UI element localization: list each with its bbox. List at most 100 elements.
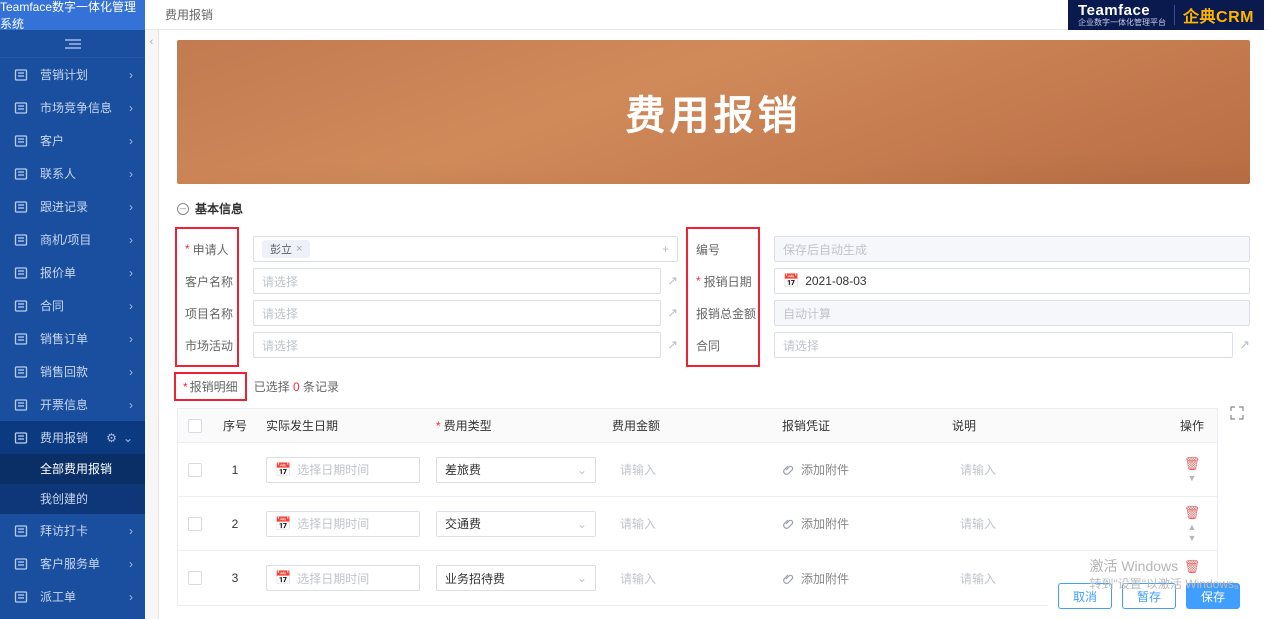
sidebar-subitem[interactable]: 全部费用报销 xyxy=(0,454,145,484)
save-draft-button[interactable]: 暂存 xyxy=(1122,583,1176,609)
chevron-down-icon: ⌄ xyxy=(577,517,587,531)
sidebar-customer[interactable]: 客户› xyxy=(0,124,145,157)
sidebar-followup[interactable]: 跟进记录› xyxy=(0,190,145,223)
row-checkbox[interactable] xyxy=(188,517,202,531)
sidebar-visit[interactable]: 拜访打卡› xyxy=(0,514,145,547)
menu-item-icon xyxy=(14,299,32,313)
row-type-select[interactable]: 业务招待费⌄ xyxy=(436,565,596,591)
label-project: 项目名称 xyxy=(177,297,237,329)
th-date: 实际发生日期 xyxy=(258,417,428,434)
chevron-right-icon: › xyxy=(129,398,133,412)
add-icon[interactable]: + xyxy=(662,242,669,256)
customer-select[interactable]: 请选择 xyxy=(253,268,661,294)
row-date-input[interactable]: 📅选择日期时间 xyxy=(266,457,420,483)
gear-icon[interactable]: ⚙ xyxy=(106,431,117,445)
sidebar-opportunity[interactable]: 商机/项目› xyxy=(0,223,145,256)
row-attachment-button[interactable]: 添加附件 xyxy=(782,570,936,587)
sidebar-sales-order[interactable]: 销售订单› xyxy=(0,322,145,355)
delete-row-icon[interactable]: 🗑 xyxy=(1184,559,1201,575)
chevron-left-icon: ‹ xyxy=(150,36,154,48)
row-desc-input[interactable]: 请输入 xyxy=(952,457,1159,483)
table-row: 1📅选择日期时间差旅费⌄请输入添加附件请输入🗑▼ xyxy=(178,443,1217,497)
th-ops: 操作 xyxy=(1167,417,1217,434)
applicant-input[interactable]: 彭立 × + xyxy=(253,236,678,262)
chevron-right-icon: › xyxy=(129,266,133,280)
menu-item-icon xyxy=(14,167,32,181)
sidebar-item-label: 开票信息 xyxy=(40,396,129,413)
sidebar-collapse-button[interactable] xyxy=(0,30,145,58)
fullscreen-icon[interactable] xyxy=(1224,398,1250,420)
row-type-select[interactable]: 差旅费⌄ xyxy=(436,457,596,483)
sidebar-contract[interactable]: 合同› xyxy=(0,289,145,322)
sidebar-item-label: 客户服务单 xyxy=(40,555,129,572)
external-link-icon[interactable]: ↗ xyxy=(667,273,678,289)
delete-row-icon[interactable]: 🗑 xyxy=(1184,456,1201,472)
sidebar-invoice[interactable]: 开票信息› xyxy=(0,388,145,421)
collapse-circle-icon[interactable] xyxy=(177,203,189,215)
sidebar-marketing-plan[interactable]: 营销计划› xyxy=(0,58,145,91)
move-down-icon[interactable]: ▼ xyxy=(1188,534,1197,543)
sidebar-contact[interactable]: 联系人› xyxy=(0,157,145,190)
sidebar-quote[interactable]: 报价单› xyxy=(0,256,145,289)
chevron-right-icon: › xyxy=(129,524,133,538)
label-applicant: *申请人 xyxy=(177,233,237,265)
action-bar: 取消 暂存 保存 xyxy=(1048,577,1250,615)
chevron-down-icon: ⌄ xyxy=(123,431,133,445)
selected-count: 已选择 0 条记录 xyxy=(254,378,339,395)
move-down-icon[interactable]: ▼ xyxy=(1188,474,1197,483)
th-type: *费用类型 xyxy=(428,417,604,434)
row-amount-input[interactable]: 请输入 xyxy=(612,511,766,537)
chip-remove-icon[interactable]: × xyxy=(296,243,302,255)
row-type-select[interactable]: 交通费⌄ xyxy=(436,511,596,537)
save-button[interactable]: 保存 xyxy=(1186,583,1240,609)
th-attachment: 报销凭证 xyxy=(774,417,944,434)
calendar-icon: 📅 xyxy=(275,570,291,586)
project-select[interactable]: 请选择 xyxy=(253,300,661,326)
panel-collapse-handle[interactable]: ‹ xyxy=(145,30,159,619)
row-attachment-button[interactable]: 添加附件 xyxy=(782,461,936,478)
label-reimb-date: *报销日期 xyxy=(688,265,758,297)
external-link-icon[interactable]: ↗ xyxy=(667,305,678,321)
reimb-date-input[interactable]: 📅 2021-08-03 xyxy=(774,268,1250,294)
sidebar-item-label: 报价单 xyxy=(40,264,129,281)
sidebar-item-label: 商机/项目 xyxy=(40,231,129,248)
sidebar-item-label: 跟进记录 xyxy=(40,198,129,215)
row-checkbox[interactable] xyxy=(188,571,202,585)
sidebar-service[interactable]: 客户服务单› xyxy=(0,547,145,580)
label-code: 编号 xyxy=(688,233,758,265)
row-amount-input[interactable]: 请输入 xyxy=(612,457,766,483)
breadcrumb: 费用报销 xyxy=(145,6,213,23)
row-date-input[interactable]: 📅选择日期时间 xyxy=(266,511,420,537)
sidebar-competition[interactable]: 市场竞争信息› xyxy=(0,91,145,124)
row-desc-input[interactable]: 请输入 xyxy=(952,511,1159,537)
row-checkbox[interactable] xyxy=(188,463,202,477)
calendar-icon: 📅 xyxy=(783,273,799,289)
sidebar-item-label: 销售回款 xyxy=(40,363,129,380)
row-date-input[interactable]: 📅选择日期时间 xyxy=(266,565,420,591)
menu-item-icon xyxy=(14,365,32,379)
sidebar-expense[interactable]: 费用报销⚙⌄ xyxy=(0,421,145,454)
cancel-button[interactable]: 取消 xyxy=(1058,583,1112,609)
external-link-icon[interactable]: ↗ xyxy=(667,337,678,353)
chevron-right-icon: › xyxy=(129,200,133,214)
activity-select[interactable]: 请选择 xyxy=(253,332,661,358)
sidebar-subitem[interactable]: 我创建的 xyxy=(0,484,145,514)
chevron-right-icon: › xyxy=(129,68,133,82)
sidebar-payment[interactable]: 销售回款› xyxy=(0,355,145,388)
calendar-icon: 📅 xyxy=(275,462,291,478)
applicant-chip[interactable]: 彭立 × xyxy=(262,240,310,258)
sidebar-item-label: 拜访打卡 xyxy=(40,522,129,539)
chevron-right-icon: › xyxy=(129,233,133,247)
logo-name: Teamface xyxy=(1078,3,1166,19)
row-amount-input[interactable]: 请输入 xyxy=(612,565,766,591)
collapse-lines-icon xyxy=(64,38,82,50)
row-attachment-button[interactable]: 添加附件 xyxy=(782,515,936,532)
delete-row-icon[interactable]: 🗑 xyxy=(1184,505,1201,521)
move-up-icon[interactable]: ▲ xyxy=(1188,523,1197,532)
banner-title: 费用报销 xyxy=(626,83,802,141)
menu-item-icon xyxy=(14,332,32,346)
external-link-icon[interactable]: ↗ xyxy=(1239,337,1250,353)
contract-select[interactable]: 请选择 xyxy=(774,332,1233,358)
sidebar-dispatch[interactable]: 派工单› xyxy=(0,580,145,613)
select-all-checkbox[interactable] xyxy=(188,419,202,433)
